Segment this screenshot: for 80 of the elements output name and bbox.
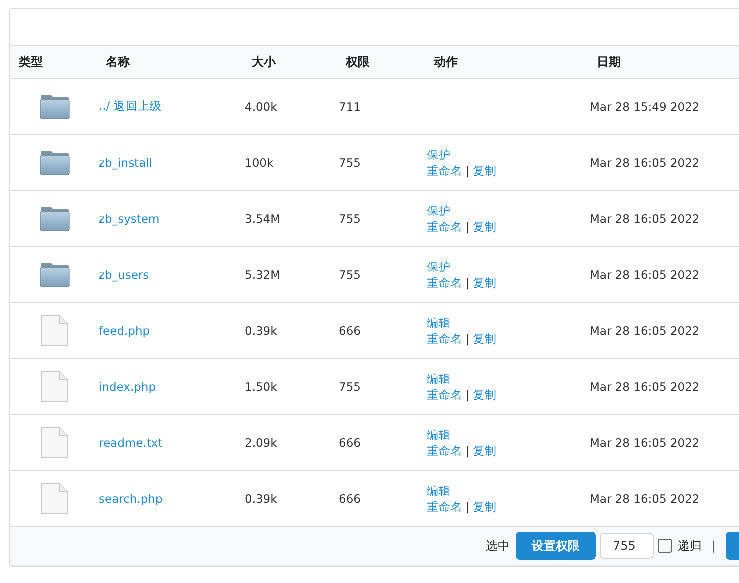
permission-cell-text: 666 (339, 324, 362, 338)
action-link[interactable]: 复制 (472, 444, 497, 458)
action-link[interactable]: 复制 (472, 500, 497, 514)
file-name-link[interactable]: zb_users (99, 268, 150, 282)
separator: | (712, 539, 716, 553)
file-icon (40, 426, 68, 458)
column-header: 大小 (252, 54, 278, 70)
date-cell-text: Mar 28 16:05 2022 (590, 436, 701, 450)
action-link[interactable]: 复制 (472, 388, 497, 402)
date-cell-text: Mar 28 16:05 2022 (590, 268, 701, 282)
permission-input[interactable]: 755 (600, 533, 654, 559)
separator: | (466, 500, 470, 514)
action-link[interactable]: 复制 (472, 164, 497, 178)
action-link[interactable]: 重命名 (427, 500, 463, 514)
file-name-link[interactable]: feed.php (99, 324, 150, 338)
action-link[interactable]: 重命名 (427, 388, 463, 402)
separator: | (466, 164, 470, 178)
date-cell-text: Mar 28 16:05 2022 (590, 492, 701, 506)
separator: | (466, 444, 470, 458)
file-name-link[interactable]: zb_install (99, 156, 153, 170)
action-link[interactable]: 重命名 (427, 164, 463, 178)
file-icon (40, 482, 68, 514)
column-header: 名称 (106, 54, 131, 70)
column-header: 权限 (346, 54, 371, 70)
recursive-label: 递归 (678, 538, 702, 554)
file-name-link[interactable]: index.php (99, 380, 156, 394)
selection-label: 选中 (486, 538, 510, 554)
recursive-checkbox[interactable] (658, 539, 672, 553)
separator: | (466, 332, 470, 346)
action-link[interactable]: 编辑 (427, 372, 451, 386)
folder-icon (40, 150, 70, 176)
size-cell-text: 0.39k (245, 492, 278, 506)
permission-cell-text: 755 (339, 268, 362, 282)
action-link[interactable]: 编辑 (427, 316, 451, 330)
action-link[interactable]: 重命名 (427, 220, 463, 234)
permission-cell-text: 755 (339, 212, 362, 226)
size-cell-text: 3.54M (245, 212, 282, 226)
action-link[interactable]: 编辑 (427, 484, 451, 498)
action-link[interactable]: 重命名 (427, 276, 463, 290)
action-link[interactable]: 保护 (427, 148, 451, 162)
size-cell-text: 5.32M (245, 268, 282, 282)
permission-cell-text: 711 (339, 100, 362, 114)
file-name-link[interactable]: readme.txt (99, 436, 163, 450)
folder-icon (40, 262, 70, 288)
column-header: 日期 (597, 54, 622, 70)
date-cell-text: Mar 28 16:05 2022 (590, 156, 701, 170)
action-link[interactable]: 复制 (472, 332, 497, 346)
action-link[interactable]: 重命名 (427, 332, 463, 346)
column-header: 类型 (18, 54, 44, 70)
column-header: 动作 (434, 54, 459, 70)
size-cell-text: 0.39k (245, 324, 278, 338)
file-icon (40, 370, 68, 402)
size-cell-text: 4.00k (245, 100, 278, 114)
date-cell-text: Mar 28 16:05 2022 (590, 324, 701, 338)
file-name-link[interactable]: zb_system (99, 212, 160, 226)
separator: | (466, 388, 470, 402)
separator: | (466, 276, 470, 290)
folder-icon (40, 206, 70, 232)
size-cell-text: 100k (245, 156, 275, 170)
set-permission-button[interactable]: 设置权限 (516, 532, 596, 560)
size-cell-text: 2.09k (245, 436, 278, 450)
action-link[interactable]: 复制 (472, 220, 497, 234)
separator: | (466, 220, 470, 234)
action-link[interactable]: 编辑 (427, 428, 451, 442)
folder-icon (40, 94, 70, 120)
date-cell-text: Mar 28 15:49 2022 (590, 100, 701, 114)
size-cell-text: 1.50k (245, 380, 278, 394)
file-name-link[interactable]: ../ 返回上级 (99, 99, 162, 113)
action-link[interactable]: 保护 (427, 260, 451, 274)
permission-cell-text: 755 (339, 156, 362, 170)
action-link[interactable]: 重命名 (427, 444, 463, 458)
action-link[interactable]: 复制 (472, 276, 497, 290)
file-name-link[interactable]: search.php (99, 492, 163, 506)
file-icon (40, 314, 68, 346)
permission-cell-text: 755 (339, 380, 362, 394)
date-cell-text: Mar 28 16:05 2022 (590, 380, 701, 394)
date-cell-text: Mar 28 16:05 2022 (590, 212, 701, 226)
permission-cell-text: 666 (339, 492, 362, 506)
permission-cell-text: 666 (339, 436, 362, 450)
action-link[interactable]: 保护 (427, 204, 451, 218)
